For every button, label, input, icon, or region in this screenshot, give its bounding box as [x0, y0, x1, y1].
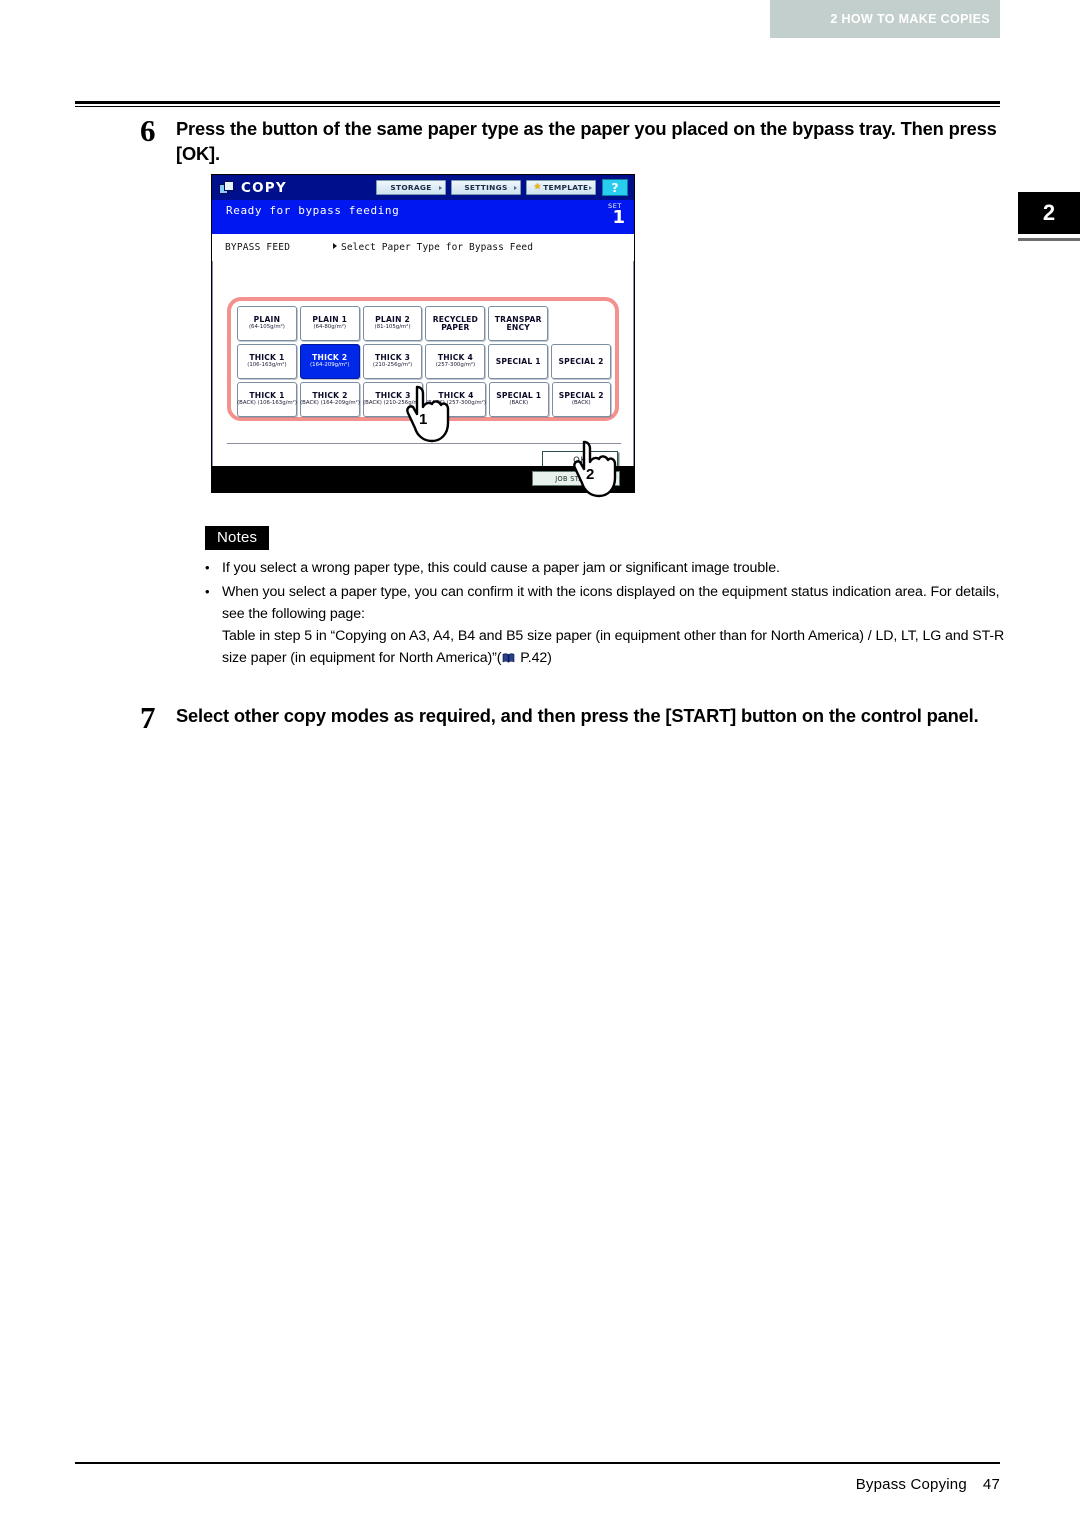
paper-type-button-special-1[interactable]: SPECIAL 1	[488, 344, 549, 379]
paper-type-sublabel: (257-300g/m²)	[435, 361, 476, 368]
paper-type-button-plain-2[interactable]: PLAIN 2 (81-105g/m²)	[362, 306, 423, 341]
step-6-number: 6	[140, 113, 156, 148]
paper-type-button-thick-3[interactable]: THICK 3 (210-256g/m²)	[362, 344, 423, 379]
step-7-text: Select other copy modes as required, and…	[176, 705, 979, 726]
paper-type-button-special-2-back[interactable]: SPECIAL 2 (BACK)	[551, 382, 611, 417]
paper-type-sublabel: (210-256g/m²)	[372, 361, 413, 368]
footer-page-number: 47	[982, 1476, 1000, 1493]
header-rule-thin	[75, 106, 1000, 107]
set-count-value: 1	[612, 207, 625, 228]
callout-hand-1: 1	[405, 385, 451, 443]
star-icon: ★	[533, 182, 542, 193]
status-message: Ready for bypass feeding	[226, 204, 400, 217]
paper-type-label: SPECIAL 2	[558, 356, 604, 366]
template-button[interactable]: ★ TEMPLATE	[526, 180, 596, 195]
triangle-right-icon	[333, 243, 337, 249]
note-text-reference: Table in step 5 in “Copying on A3, A4, B…	[222, 628, 1005, 666]
step-7-number: 7	[140, 700, 156, 735]
note-bullet: •	[205, 560, 210, 575]
lcd-mode-bar: BYPASS FEED Select Paper Type for Bypass…	[212, 234, 634, 261]
paper-type-button-thick-1[interactable]: THICK 1 (106-163g/m²)	[237, 344, 297, 379]
lcd-status-bar: Ready for bypass feeding SET 1	[212, 200, 634, 234]
paper-type-row: THICK 1 (106-163g/m²) THICK 2 (164-209g/…	[237, 344, 611, 379]
note-text: If you select a wrong paper type, this c…	[222, 560, 780, 576]
chevron-right-icon	[439, 185, 442, 190]
book-icon	[503, 653, 515, 663]
step-6: 6 Press the button of the same paper typ…	[140, 113, 1010, 166]
chevron-right-icon	[514, 185, 517, 190]
header-rule-thick	[75, 101, 1000, 104]
paper-type-sublabel: PAPER	[441, 322, 470, 332]
page-footer: Bypass Copying 47	[856, 1476, 1000, 1493]
paper-type-button-thick-1-back[interactable]: THICK 1 (BACK) (106-163g/m²)	[237, 382, 297, 417]
running-head: 2 HOW TO MAKE COPIES	[770, 0, 1000, 38]
note-item: • If you select a wrong paper type, this…	[205, 557, 1005, 579]
step-6-text: Press the button of the same paper type …	[176, 118, 997, 164]
settings-button-label: SETTINGS	[464, 183, 508, 192]
paper-type-sublabel: (BACK)	[509, 399, 529, 406]
paper-type-sublabel: (BACK) (164-209g/m²)	[300, 399, 360, 406]
lcd-footer-bar: JOB STATUS	[212, 466, 634, 492]
note-item: • When you select a paper type, you can …	[205, 581, 1005, 669]
template-button-label: TEMPLATE	[543, 183, 589, 192]
paper-type-button-thick-2-back[interactable]: THICK 2 (BACK) (164-209g/m²)	[300, 382, 360, 417]
notes-list: • If you select a wrong paper type, this…	[205, 557, 1005, 671]
callout-hand-1-number: 1	[419, 411, 428, 428]
help-button-label: ?	[611, 180, 619, 195]
callout-hand-2: 2	[572, 440, 618, 498]
paper-type-button-special-2[interactable]: SPECIAL 2	[551, 344, 611, 379]
lcd-title-bar: COPY STORAGE SETTINGS ★ TEMPLATE ?	[212, 175, 634, 200]
paper-type-button-plain[interactable]: PLAIN (64-105g/m²)	[237, 306, 297, 341]
notes-heading: Notes	[205, 526, 270, 550]
storage-button-label: STORAGE	[390, 183, 432, 192]
chapter-tab-rule	[1018, 238, 1080, 241]
callout-hand-2-number: 2	[586, 466, 595, 483]
paper-type-button-plain-1[interactable]: PLAIN 1 (64-80g/m²)	[299, 306, 360, 341]
storage-button[interactable]: STORAGE	[376, 180, 446, 195]
paper-type-row: PLAIN (64-105g/m²) PLAIN 1 (64-80g/m²) P…	[237, 306, 611, 341]
note-text-page: P.42)	[516, 650, 552, 666]
note-bullet: •	[205, 584, 210, 599]
paper-type-label: SPECIAL 1	[495, 356, 541, 366]
paper-type-sublabel: (81-105g/m²)	[374, 323, 411, 330]
footer-section-title: Bypass Copying	[855, 1476, 967, 1493]
note-text-group: When you select a paper type, you can co…	[222, 581, 1005, 669]
paper-type-button-recycled[interactable]: RECYCLED PAPER	[425, 306, 486, 341]
paper-type-sublabel: ENCY	[506, 322, 530, 332]
bypass-feed-label: BYPASS FEED	[225, 242, 291, 253]
paper-type-sublabel: (64-105g/m²)	[248, 323, 285, 330]
paper-type-button-special-1-back[interactable]: SPECIAL 1 (BACK)	[489, 382, 549, 417]
note-text: When you select a paper type, you can co…	[222, 584, 1000, 622]
chapter-thumb-tab: 2	[1018, 192, 1080, 234]
paper-type-button-thick-4[interactable]: THICK 4 (257-300g/m²)	[425, 344, 486, 379]
paper-type-button-thick-2[interactable]: THICK 2 (164-209g/m²)	[299, 344, 360, 379]
paper-type-sublabel: (BACK) (106-163g/m²)	[237, 399, 297, 406]
footer-rule	[75, 1462, 1000, 1464]
paper-type-sublabel: (64-80g/m²)	[313, 323, 346, 330]
copy-icon	[219, 180, 235, 195]
paper-type-sublabel: (BACK)	[571, 399, 591, 406]
prompt-row: Select Paper Type for Bypass Feed	[333, 242, 533, 253]
paper-type-button-transparency[interactable]: TRANSPAR ENCY	[488, 306, 549, 341]
lcd-title: COPY	[241, 179, 287, 196]
chevron-right-icon	[589, 185, 592, 190]
settings-button[interactable]: SETTINGS	[451, 180, 521, 195]
prompt-text: Select Paper Type for Bypass Feed	[341, 242, 534, 253]
paper-type-sublabel: (106-163g/m²)	[247, 361, 287, 368]
step-7: 7 Select other copy modes as required, a…	[140, 700, 1010, 735]
paper-type-sublabel: (164-209g/m²)	[310, 361, 350, 368]
chapter-tab-number: 2	[1042, 200, 1056, 225]
running-head-text: 2 HOW TO MAKE COPIES	[830, 12, 990, 26]
content-divider	[227, 443, 621, 444]
help-button[interactable]: ?	[602, 179, 628, 196]
